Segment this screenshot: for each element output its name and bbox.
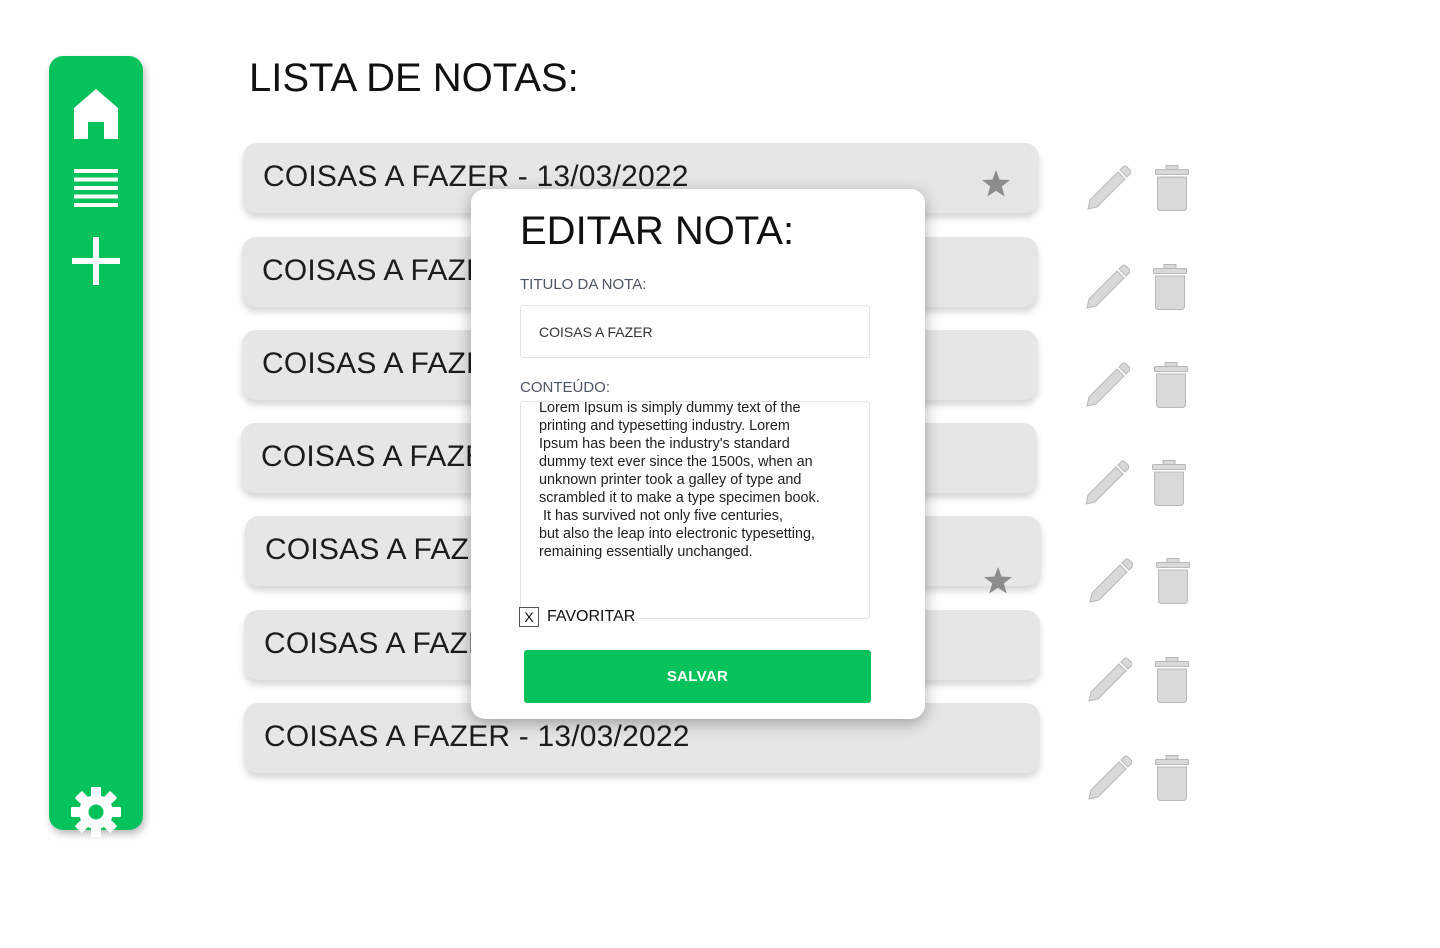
trash-icon[interactable] — [1155, 755, 1189, 806]
trash-icon[interactable] — [1154, 362, 1188, 413]
star-icon[interactable] — [983, 566, 1013, 601]
trash-icon[interactable] — [1156, 558, 1190, 609]
trash-icon[interactable] — [1152, 460, 1186, 511]
star-icon[interactable] — [981, 169, 1011, 204]
list-icon[interactable] — [49, 169, 143, 207]
plus-icon[interactable] — [49, 237, 143, 285]
edit-note-modal: EDITAR NOTA: TITULO DA NOTA: CONTEÚDO: L… — [471, 189, 925, 719]
favorite-row: X FAVORITAR — [519, 607, 640, 627]
pencil-icon[interactable] — [1083, 459, 1130, 512]
page-title: LISTA DE NOTAS: — [249, 56, 579, 100]
pencil-icon[interactable] — [1084, 361, 1131, 414]
gear-icon[interactable] — [49, 786, 143, 838]
note-content-text: Lorem Ipsum is simply dummy text of the … — [539, 400, 820, 560]
title-field-label: TITULO DA NOTA: — [520, 276, 647, 293]
pencil-icon[interactable] — [1086, 754, 1133, 807]
favorite-checkbox[interactable]: X — [519, 607, 539, 627]
note-title: COISAS A FAZER - 13/03/2022 — [264, 720, 690, 753]
note-content-textarea[interactable]: Lorem Ipsum is simply dummy text of the … — [520, 400, 870, 619]
pencil-icon[interactable] — [1084, 263, 1131, 316]
pencil-icon[interactable] — [1086, 656, 1133, 709]
sidebar — [49, 56, 143, 837]
save-button[interactable]: SALVAR — [524, 650, 871, 703]
pencil-icon[interactable] — [1085, 164, 1132, 217]
trash-icon[interactable] — [1155, 165, 1189, 216]
home-icon[interactable] — [49, 88, 143, 140]
trash-icon[interactable] — [1153, 264, 1187, 315]
trash-icon[interactable] — [1155, 657, 1189, 708]
favorite-label: FAVORITAR — [547, 608, 636, 625]
modal-title: EDITAR NOTA: — [520, 209, 795, 253]
pencil-icon[interactable] — [1087, 557, 1134, 610]
content-field-label: CONTEÚDO: — [520, 379, 610, 396]
note-title-input[interactable] — [520, 305, 870, 358]
